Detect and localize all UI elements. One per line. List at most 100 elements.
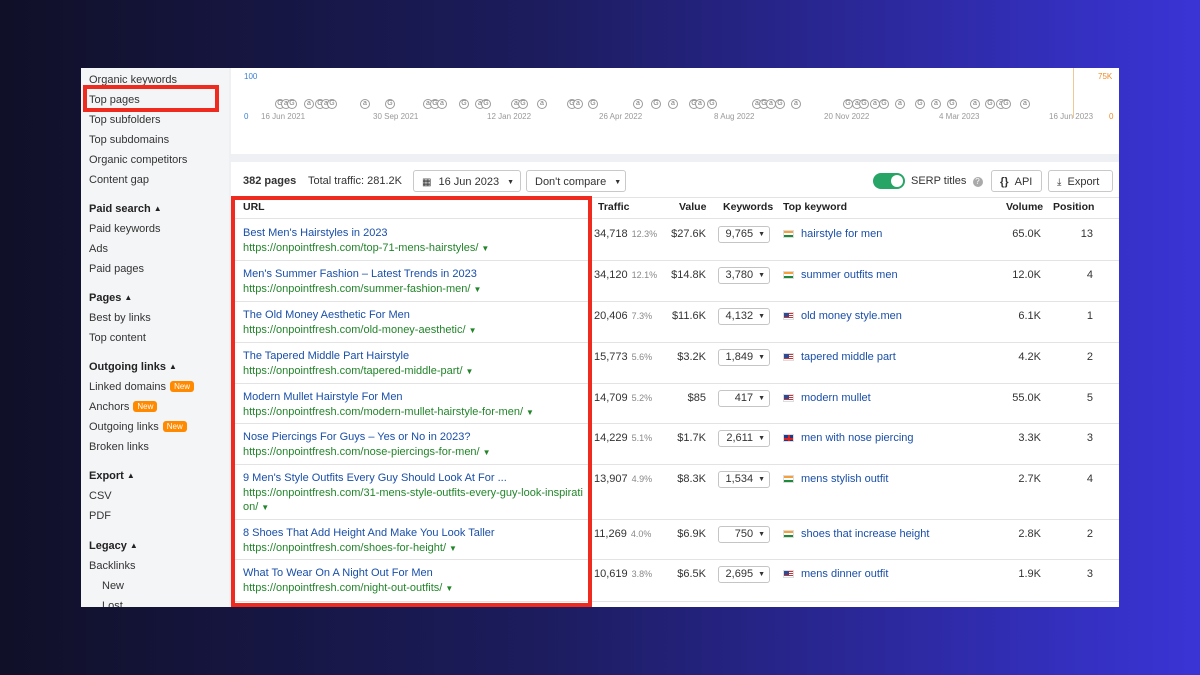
column-header-volume[interactable]: Volume xyxy=(1006,201,1043,213)
timeline-event-icon[interactable]: G xyxy=(459,99,469,109)
keywords-dropdown[interactable]: 750 ▼ xyxy=(718,526,770,543)
sidebar-item-top-content[interactable]: Top content xyxy=(89,329,146,347)
top-keyword-link[interactable]: old money style.men xyxy=(801,310,902,322)
timeline-event-icon[interactable]: a xyxy=(304,99,314,109)
timeline-current-marker xyxy=(1073,68,1074,118)
top-keyword-link[interactable]: tapered middle part xyxy=(801,351,896,363)
timeline-date: 20 Nov 2022 xyxy=(824,112,870,121)
timeline-event-icon[interactable]: a xyxy=(437,99,447,109)
date-picker[interactable]: ▦ 16 Jun 2023 ▼ xyxy=(413,170,521,192)
timeline-event-icon[interactable]: G xyxy=(707,99,717,109)
sidebar-item-paid-pages[interactable]: Paid pages xyxy=(89,260,144,278)
export-button[interactable]: ⤓ Export xyxy=(1048,170,1113,192)
sidebar-item-paid-keywords[interactable]: Paid keywords xyxy=(89,220,161,238)
timeline-event-icon[interactable]: a xyxy=(695,99,705,109)
top-keyword-link[interactable]: men with nose piercing xyxy=(801,432,914,444)
timeline-event-icon[interactable]: G xyxy=(985,99,995,109)
column-header-position[interactable]: Position xyxy=(1053,201,1094,213)
timeline-event-icon[interactable]: a xyxy=(633,99,643,109)
caret-up-icon: ▲ xyxy=(169,362,177,371)
sidebar-item-lost[interactable]: Lost xyxy=(102,597,123,607)
keywords-dropdown[interactable]: 4,132 ▼ xyxy=(718,308,770,325)
timeline-event-icon[interactable]: G xyxy=(588,99,598,109)
sidebar-item-linked-domains[interactable]: Linked domains New xyxy=(89,378,195,396)
timeline-event-icon[interactable]: G xyxy=(327,99,337,109)
sidebar-item-top-subfolders[interactable]: Top subfolders xyxy=(89,111,161,129)
timeline-event-icon[interactable]: G xyxy=(915,99,925,109)
sidebar-item-organic-competitors[interactable]: Organic competitors xyxy=(89,151,187,169)
value-cell: $8.3K xyxy=(677,473,706,485)
keywords-count: 1,849 xyxy=(725,351,754,363)
column-header-top-keyword[interactable]: Top keyword xyxy=(783,201,847,213)
timeline-event-icon[interactable]: a xyxy=(360,99,370,109)
sidebar-item-anchors[interactable]: Anchors New xyxy=(89,398,158,416)
serp-titles-label: SERP titles ? xyxy=(911,170,983,192)
column-header-keywords[interactable]: Keywords xyxy=(723,201,773,213)
calendar-icon: ▦ xyxy=(422,177,432,188)
column-header-value[interactable]: Value xyxy=(679,201,706,213)
top-keyword-link[interactable]: mens stylish outfit xyxy=(801,473,888,485)
timeline-event-icon[interactable]: a xyxy=(537,99,547,109)
sidebar-item-outgoing-links[interactable]: Outgoing links New xyxy=(89,418,187,436)
keywords-dropdown[interactable]: 2,695 ▼ xyxy=(718,566,770,583)
sidebar-item-csv[interactable]: CSV xyxy=(89,487,112,505)
sidebar-heading-legacy[interactable]: Legacy ▲ xyxy=(89,537,138,555)
keywords-dropdown[interactable]: 9,765 ▼ xyxy=(718,226,770,243)
timeline-left-top-label: 100 xyxy=(244,72,258,81)
compare-dropdown[interactable]: Don't compare ▼ xyxy=(526,170,626,192)
top-keyword-link[interactable]: modern mullet xyxy=(801,392,871,404)
timeline-event-icon[interactable]: G xyxy=(651,99,661,109)
timeline-event-icon[interactable]: a xyxy=(931,99,941,109)
keywords-dropdown[interactable]: 2,611 ▼ xyxy=(718,430,770,447)
top-keyword-link[interactable]: shoes that increase height xyxy=(801,528,929,540)
timeline-event-icon[interactable]: G xyxy=(518,99,528,109)
sidebar-heading-outgoing-links[interactable]: Outgoing links ▲ xyxy=(89,358,177,376)
top-keyword-link[interactable]: mens dinner outfit xyxy=(801,568,888,580)
sidebar-item-broken-links[interactable]: Broken links xyxy=(89,438,149,456)
paid-search-heading-label: Paid search xyxy=(89,203,151,215)
sidebar-heading-export[interactable]: Export ▲ xyxy=(89,467,135,485)
sidebar-item-new[interactable]: New xyxy=(102,577,124,595)
help-icon[interactable]: ? xyxy=(972,177,983,187)
keywords-dropdown[interactable]: 1,849 ▼ xyxy=(718,349,770,366)
serp-titles-toggle[interactable] xyxy=(873,173,905,189)
timeline-date: 8 Aug 2022 xyxy=(714,112,755,121)
timeline-event-icon[interactable]: a xyxy=(668,99,678,109)
sidebar-item-top-subdomains[interactable]: Top subdomains xyxy=(89,131,169,149)
volume-cell: 65.0K xyxy=(1012,228,1041,240)
timeline-event-icon[interactable]: a xyxy=(573,99,583,109)
api-button[interactable]: {} API xyxy=(991,170,1042,192)
position-cell: 4 xyxy=(1086,269,1093,281)
country-flag-icon xyxy=(783,434,794,442)
keywords-dropdown[interactable]: 3,780 ▼ xyxy=(718,267,770,284)
sidebar-item-best-by-links[interactable]: Best by links xyxy=(89,309,151,327)
column-header-traffic[interactable]: Traffic xyxy=(598,201,630,213)
timeline-event-icon[interactable]: G xyxy=(947,99,957,109)
top-keyword-link[interactable]: summer outfits men xyxy=(801,269,898,281)
timeline-event-icon[interactable]: G xyxy=(385,99,395,109)
sidebar-item-backlinks[interactable]: Backlinks xyxy=(89,557,135,575)
sidebar-item-pdf[interactable]: PDF xyxy=(89,507,111,525)
timeline-event-icon[interactable]: a xyxy=(970,99,980,109)
timeline-event-icon[interactable]: a xyxy=(1020,99,1030,109)
timeline-event-icon[interactable]: G xyxy=(1001,99,1011,109)
timeline-event-icon[interactable]: G xyxy=(287,99,297,109)
keywords-dropdown[interactable]: 417 ▼ xyxy=(718,390,770,407)
keywords-dropdown[interactable]: 1,534 ▼ xyxy=(718,471,770,488)
traffic-value: 10,619 xyxy=(594,568,628,580)
sidebar-heading-paid-search[interactable]: Paid search ▲ xyxy=(89,200,162,218)
timeline-event-icon[interactable]: G xyxy=(775,99,785,109)
top-keyword-link[interactable]: hairstyle for men xyxy=(801,228,882,240)
pages-heading-label: Pages xyxy=(89,292,122,304)
timeline-event-icon[interactable]: G xyxy=(481,99,491,109)
sidebar-heading-pages[interactable]: Pages ▲ xyxy=(89,289,132,307)
sidebar-item-ads[interactable]: Ads xyxy=(89,240,108,258)
timeline-event-icon[interactable]: a xyxy=(791,99,801,109)
position-cell: 2 xyxy=(1086,528,1093,540)
timeline-event-icon[interactable]: G xyxy=(859,99,869,109)
timeline-event-icon[interactable]: G xyxy=(879,99,889,109)
sidebar-item-content-gap[interactable]: Content gap xyxy=(89,171,149,189)
keywords-count: 9,765 xyxy=(725,228,754,240)
timeline-event-icon[interactable]: a xyxy=(895,99,905,109)
traffic-cell: 34,120 12.1% xyxy=(594,269,657,281)
